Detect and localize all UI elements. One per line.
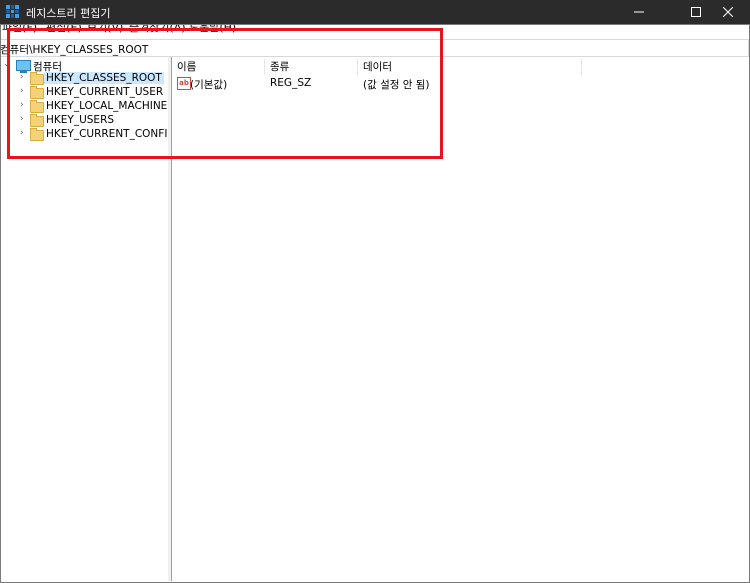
menu-edit[interactable]: 편집(E) (46, 24, 82, 35)
tree-node-label: HKEY_USERS (46, 114, 115, 126)
window-title: 레지스트리 편집기 (26, 7, 111, 20)
close-button[interactable] (706, 0, 750, 24)
chevron-right-icon[interactable]: › (20, 100, 24, 110)
address-bar[interactable]: 컴퓨터\HKEY_CLASSES_ROOT (0, 39, 749, 57)
menu-view[interactable]: 보기(V) (87, 24, 123, 35)
tree-node-hkey-users[interactable]: › HKEY_USERS (1, 114, 161, 128)
value-list-pane[interactable]: 이름 종류 데이터 ab (기본값) REG_SZ (값 설정 안 됨) (172, 57, 748, 581)
chevron-right-icon[interactable]: › (20, 86, 24, 96)
maximize-icon (691, 7, 701, 17)
value-type: REG_SZ (270, 77, 312, 89)
chevron-right-icon[interactable]: › (20, 72, 24, 82)
string-value-icon: ab (177, 77, 191, 90)
tree-node-label: HKEY_CLASSES_ROOT (44, 72, 164, 84)
column-header-data[interactable]: 데이터 (358, 59, 582, 75)
tree-node-hkey-current-user[interactable]: › HKEY_CURRENT_USER (1, 86, 164, 100)
registry-editor-icon (6, 5, 19, 18)
chevron-right-icon[interactable]: › (20, 128, 24, 138)
value-name: (기본값) (190, 79, 228, 91)
tree-node-computer[interactable]: ⌄ 컴퓨터 (1, 59, 161, 73)
folder-icon (30, 114, 44, 127)
minimize-icon (634, 11, 644, 13)
value-data: (값 설정 안 됨) (363, 79, 430, 91)
close-icon (723, 7, 733, 17)
chevron-right-icon[interactable]: › (20, 114, 24, 124)
menu-favorites[interactable]: 즐겨찾기(A) (129, 24, 186, 35)
computer-icon (16, 60, 31, 73)
column-header-name[interactable]: 이름 (172, 59, 265, 75)
menu-bar: 파일(F) 편집(E) 보기(V) 즐겨찾기(A) 도움말(H) (0, 24, 750, 39)
tree-node-label: HKEY_LOCAL_MACHINE (46, 100, 168, 112)
folder-icon (30, 100, 44, 113)
menu-help[interactable]: 도움말(H) (189, 24, 236, 35)
minimize-button[interactable] (617, 0, 661, 24)
address-path[interactable]: 컴퓨터\HKEY_CLASSES_ROOT (0, 42, 148, 57)
folder-icon (30, 128, 44, 141)
folder-icon (30, 86, 44, 99)
column-header-type[interactable]: 종류 (265, 59, 358, 75)
title-bar: 레지스트리 편집기 (0, 0, 750, 24)
tree-node-hkey-local-machine[interactable]: › HKEY_LOCAL_MACHINE (1, 100, 167, 114)
key-tree-pane[interactable]: ⌄ 컴퓨터 › HKEY_CLASSES_ROOT › HKEY_CURRENT… (1, 57, 169, 581)
tree-node-label: HKEY_CURRENT_USER (46, 86, 164, 98)
folder-icon (30, 72, 44, 85)
value-row[interactable]: ab (기본값) REG_SZ (값 설정 안 됨) (172, 77, 582, 91)
tree-node-label: HKEY_CURRENT_CONFIG (46, 128, 169, 140)
tree-node-hkey-current-config[interactable]: › HKEY_CURRENT_CONFIG (1, 128, 169, 142)
chevron-down-icon[interactable]: ⌄ (3, 59, 11, 69)
menu-file[interactable]: 파일(F) (2, 24, 37, 35)
tree-node-hkey-classes-root[interactable]: › HKEY_CLASSES_ROOT (1, 72, 164, 86)
